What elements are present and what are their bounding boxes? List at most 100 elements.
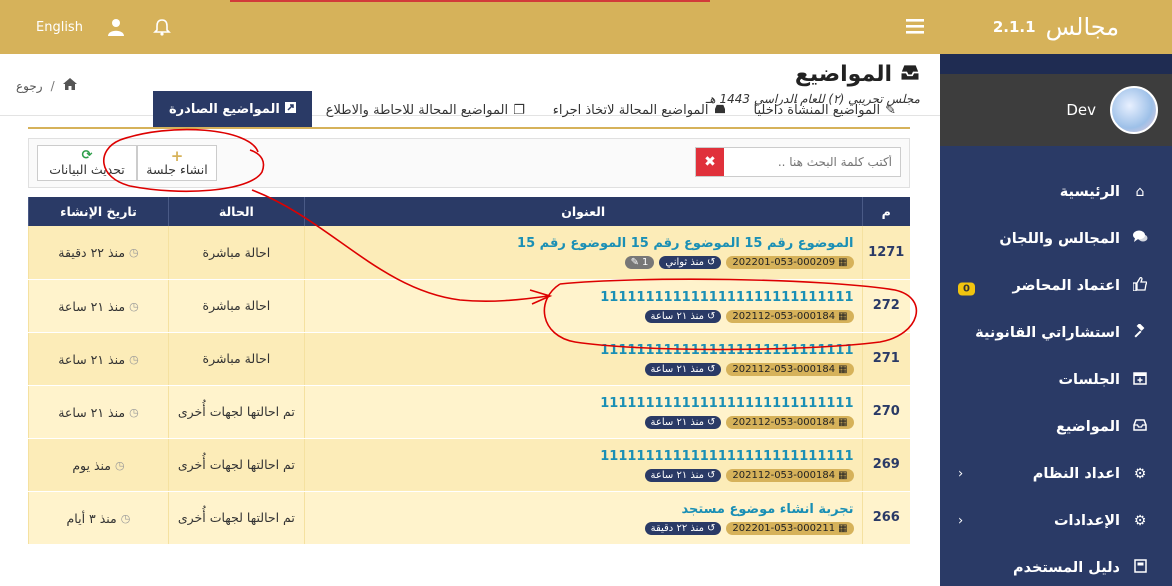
table-row[interactable]: 272 1111111111111111111111111111 ▦ 202112…	[28, 279, 910, 333]
topic-tabs: ✎ المواضيع المنشأة داخليا المواضيع المحا…	[28, 91, 910, 129]
status-cell: احالة مباشرة	[167, 226, 305, 280]
time-badge: ↺ منذ ٢١ ساعة	[644, 415, 722, 429]
time-badge: ↺ منذ ثواني	[659, 256, 722, 270]
clock-icon: ◷	[115, 458, 125, 472]
language-switch[interactable]: English	[36, 20, 83, 35]
table-row[interactable]: 270 1111111111111111111111111111 ▦ 202112…	[28, 385, 910, 439]
barcode-icon: ▦	[838, 257, 848, 269]
refresh-button[interactable]: ⟳ تحديث البيانات	[37, 145, 137, 181]
sidebar-item-sessions[interactable]: الجلسات	[940, 356, 1172, 403]
tab-internal-topics[interactable]: ✎ المواضيع المنشأة داخليا	[740, 93, 910, 127]
topic-code-badge: ▦ 202201-053-000209	[726, 256, 854, 270]
table-row[interactable]: 271 1111111111111111111111111111 ▦ 202112…	[28, 332, 910, 386]
row-number: 266	[861, 491, 910, 545]
edit-icon: ✎	[885, 102, 896, 118]
progress-line	[230, 0, 710, 2]
col-header-date[interactable]: تاريخ الإنشاء	[28, 197, 169, 226]
toolbar: ✖ + انشاء جلسة ⟳ تحديث البيانات	[28, 138, 910, 188]
pending-count-badge: 0	[958, 282, 975, 295]
created-date: منذ ٢٢ دقيقة	[58, 245, 126, 261]
row-number: 272	[861, 279, 910, 333]
topic-code-badge: ▦ 202112-053-000184	[726, 362, 854, 376]
topic-title-link[interactable]: 1111111111111111111111111111	[305, 395, 853, 413]
sidebar-item-topics[interactable]: المواضيع	[940, 403, 1172, 450]
new-session-button[interactable]: + انشاء جلسة	[137, 145, 217, 181]
brand-name: مجالس	[1045, 13, 1120, 41]
user-icon[interactable]	[108, 18, 124, 40]
cogs-icon: ⚙	[1133, 465, 1147, 482]
col-header-num[interactable]: م	[861, 197, 910, 226]
comments-icon	[1130, 230, 1150, 247]
created-date: منذ ٢١ ساعة	[58, 404, 126, 420]
attachments-badge[interactable]: 1 ✎	[624, 256, 655, 270]
topic-code-badge: ▦ 202112-053-000184	[726, 468, 854, 482]
row-number: 271	[861, 332, 910, 386]
sidebar-item-label: اعداد النظام	[1032, 465, 1120, 482]
search-box: ✖	[695, 147, 901, 177]
tab-topics-for-action[interactable]: المواضيع المحالة لاتخاذ اجراء	[539, 93, 740, 127]
history-icon: ↺	[707, 310, 716, 322]
sidebar-item-settings[interactable]: ⚙ الإعدادات ‹	[940, 497, 1172, 544]
status-cell: تم احالتها لجهات أُخرى	[167, 385, 305, 439]
paperclip-icon: ✎	[630, 257, 639, 269]
col-header-title[interactable]: العنوان	[303, 197, 863, 226]
status-cell: تم احالتها لجهات أُخرى	[167, 491, 305, 545]
history-icon: ↺	[707, 469, 716, 481]
row-number: 269	[861, 438, 910, 492]
back-link[interactable]: رجوع	[16, 79, 43, 93]
bell-icon[interactable]	[153, 18, 171, 40]
topic-title-link[interactable]: 1111111111111111111111111111	[305, 289, 853, 307]
topic-title-link[interactable]: 1111111111111111111111111111	[305, 448, 853, 466]
barcode-icon: ▦	[838, 469, 848, 481]
menu-toggle-icon[interactable]	[906, 18, 924, 38]
topic-title-link[interactable]: 1111111111111111111111111111	[305, 342, 853, 360]
sidebar-item-legal-consultations[interactable]: استشاراتي القانونية	[940, 309, 1172, 356]
table-row[interactable]: 1271 الموضوع رقم 15 الموضوع رقم 15 الموض…	[28, 226, 910, 280]
sidebar-item-label: اعتماد المحاضر	[1012, 277, 1120, 294]
inbox-icon	[714, 103, 726, 118]
tab-label: المواضيع المحالة لاتخاذ اجراء	[552, 102, 709, 118]
status-cell: تم احالتها لجهات أُخرى	[167, 438, 305, 492]
topic-title-link[interactable]: الموضوع رقم 15 الموضوع رقم 15 الموضوع رق…	[305, 235, 853, 253]
sidebar-item-label: الجلسات	[1058, 371, 1120, 388]
topic-code-badge: ▦ 202112-053-000184	[726, 415, 854, 429]
sidebar-item-user-guide[interactable]: دليل المستخدم	[940, 544, 1172, 586]
brand[interactable]: مجالس 2.1.1	[940, 0, 1172, 54]
tab-label: المواضيع المنشأة داخليا	[753, 102, 881, 118]
clock-icon: ◷	[129, 299, 139, 313]
status-cell: احالة مباشرة	[167, 332, 305, 386]
table-header-row: م العنوان الحالة تاريخ الإنشاء	[28, 197, 910, 226]
home-icon[interactable]	[62, 78, 77, 93]
row-number: 1271	[861, 226, 910, 280]
clear-search-button[interactable]: ✖	[696, 148, 724, 176]
sidebar-item-councils[interactable]: المجالس واللجان	[940, 215, 1172, 262]
row-number: 270	[861, 385, 910, 439]
tab-outgoing-topics[interactable]: المواضيع الصادرة	[153, 91, 312, 127]
table-row[interactable]: 266 تجربة انشاء موضوع مستجد ▦ 202201-053-…	[28, 491, 910, 545]
barcode-icon: ▦	[838, 522, 848, 534]
sidebar-item-minutes-approval[interactable]: اعتماد المحاضر 0	[940, 262, 1172, 309]
home-icon: ⌂	[1135, 183, 1145, 200]
topic-title-link[interactable]: تجربة انشاء موضوع مستجد	[305, 501, 853, 519]
topic-code-badge: ▦ 202112-053-000184	[726, 309, 854, 323]
sidebar-item-home[interactable]: ⌂ الرئيسية	[940, 168, 1172, 215]
tab-topics-for-info[interactable]: ❐ المواضيع المحالة للاحاطة والاطلاع	[312, 93, 539, 127]
user-panel[interactable]: Dev	[940, 74, 1172, 146]
status-cell: احالة مباشرة	[167, 279, 305, 333]
chevron-left-icon: ‹	[958, 466, 964, 481]
barcode-icon: ▦	[838, 363, 848, 375]
table-row[interactable]: 269 1111111111111111111111111111 ▦ 202112…	[28, 438, 910, 492]
inbox-icon	[900, 64, 920, 85]
tab-label: المواضيع الصادرة	[169, 101, 280, 117]
cogs-icon: ⚙	[1133, 512, 1147, 529]
external-link-icon	[284, 101, 296, 117]
time-badge: ↺ منذ ٢١ ساعة	[644, 468, 722, 482]
history-icon: ↺	[707, 416, 716, 428]
topic-code-badge: ▦ 202201-053-000211	[726, 521, 854, 535]
search-input[interactable]	[724, 148, 900, 176]
clock-icon: ◷	[129, 246, 139, 260]
history-icon: ↺	[707, 522, 716, 534]
history-icon: ↺	[707, 363, 716, 375]
sidebar-item-system-setup[interactable]: ⚙ اعداد النظام ‹	[940, 450, 1172, 497]
col-header-state[interactable]: الحالة	[167, 197, 305, 226]
